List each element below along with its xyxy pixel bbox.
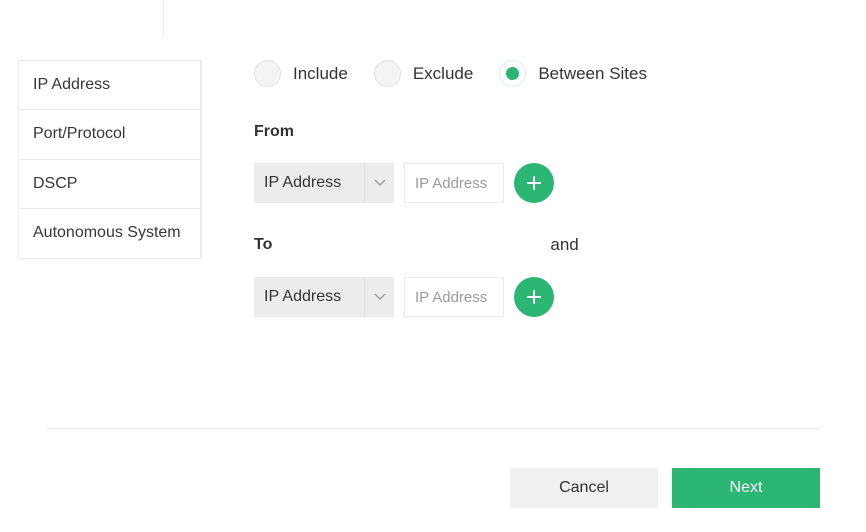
footer: Cancel Next	[510, 468, 820, 508]
radio-exclude[interactable]: Exclude	[374, 60, 489, 87]
cancel-button[interactable]: Cancel	[510, 468, 658, 508]
sidebar-top-divider	[0, 0, 164, 35]
to-row: IP Address	[254, 277, 866, 317]
radio-label: Include	[293, 64, 348, 84]
radio-dot-icon	[254, 60, 281, 87]
to-add-button[interactable]	[514, 277, 554, 317]
to-label: To	[254, 236, 272, 254]
radio-label: Exclude	[413, 64, 473, 84]
sidebar-item-port-protocol[interactable]: Port/Protocol	[18, 110, 201, 159]
plus-icon	[527, 290, 541, 304]
select-value: IP Address	[254, 288, 364, 306]
from-ip-input[interactable]	[404, 163, 504, 203]
from-label: From	[254, 123, 866, 141]
sidebar-item-autonomous-system[interactable]: Autonomous System	[18, 209, 201, 258]
radio-include[interactable]: Include	[254, 60, 364, 87]
radio-label: Between Sites	[538, 64, 647, 84]
to-type-select[interactable]: IP Address	[254, 277, 394, 317]
chevron-down-icon	[364, 277, 394, 317]
connector-and: and	[550, 235, 578, 255]
radio-between-sites[interactable]: Between Sites	[499, 60, 663, 87]
button-label: Next	[730, 479, 763, 497]
main-panel: Include Exclude Between Sites From IP Ad…	[202, 28, 866, 317]
sidebar-item-label: DSCP	[33, 175, 77, 192]
next-button[interactable]: Next	[672, 468, 820, 508]
radio-dot-icon	[374, 60, 401, 87]
to-ip-input[interactable]	[404, 277, 504, 317]
button-label: Cancel	[559, 479, 609, 497]
sidebar-item-dscp[interactable]: DSCP	[18, 160, 201, 209]
from-add-button[interactable]	[514, 163, 554, 203]
sidebar-item-label: IP Address	[33, 76, 110, 93]
mode-radio-group: Include Exclude Between Sites	[254, 60, 866, 87]
sidebar-item-label: Autonomous System	[33, 224, 181, 241]
connector-row: To and	[254, 235, 866, 255]
from-row: IP Address	[254, 163, 866, 203]
sidebar-item-label: Port/Protocol	[33, 125, 125, 142]
plus-icon	[527, 176, 541, 190]
sidebar: IP Address Port/Protocol DSCP Autonomous…	[0, 28, 202, 259]
footer-divider	[46, 428, 820, 429]
chevron-down-icon	[364, 163, 394, 203]
select-value: IP Address	[254, 174, 364, 192]
sidebar-item-ip-address[interactable]: IP Address	[18, 61, 201, 110]
from-type-select[interactable]: IP Address	[254, 163, 394, 203]
radio-dot-icon	[499, 60, 526, 87]
